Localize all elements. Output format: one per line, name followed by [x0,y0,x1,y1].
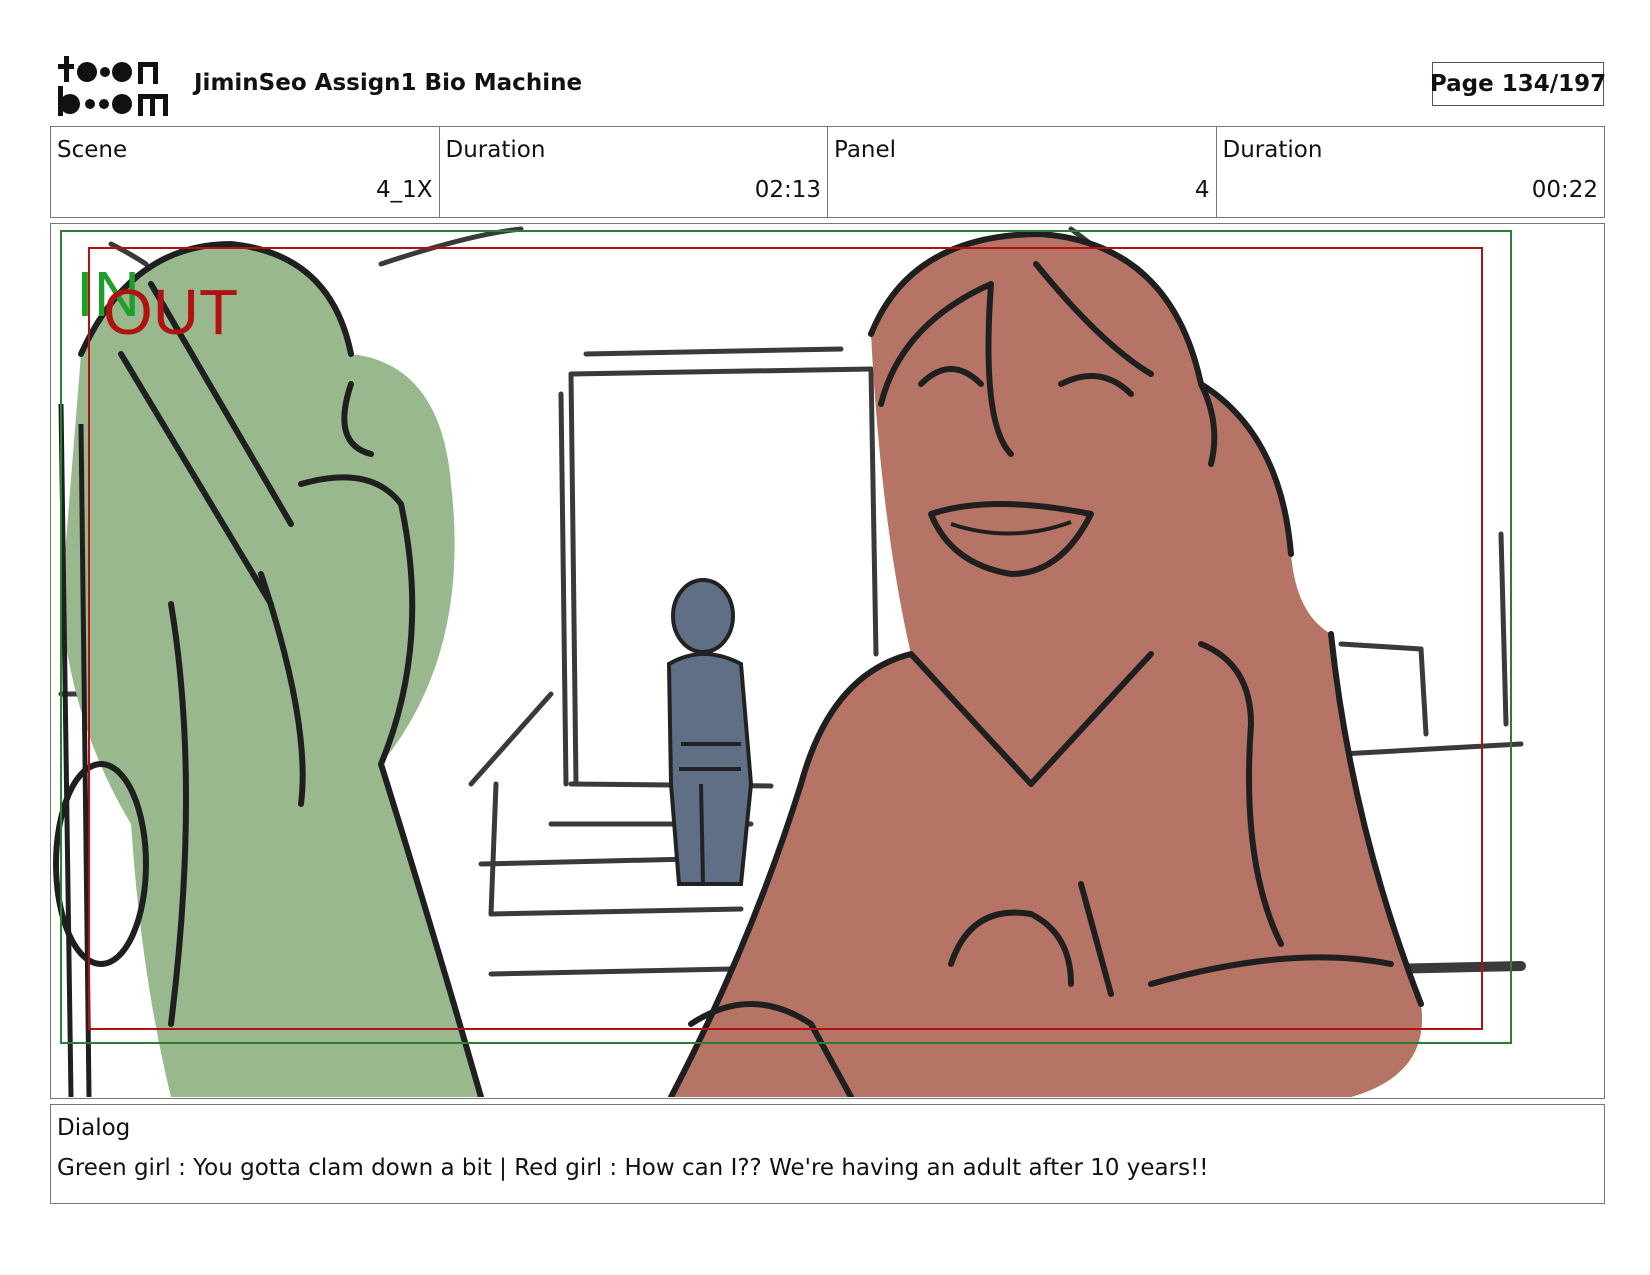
scene-duration-cell: Duration 02:13 [440,127,828,217]
scene-label: Scene [57,137,128,163]
dialog-label: Dialog [57,1115,131,1141]
panel-cell: Panel 4 [828,127,1217,217]
toon-boom-logo: toon [54,54,168,116]
storyboard-panel: IN OUT [50,223,1605,1099]
scene-cell: Scene 4_1X [51,127,440,217]
logo-text: toon [54,54,57,55]
panel-drawing: IN OUT [51,224,1603,1097]
scene-value: 4_1X [375,177,433,203]
scene-duration-label: Duration [445,137,546,163]
dialog-text: Green girl : You gotta clam down a bit |… [57,1155,1209,1181]
panel-duration-label: Duration [1222,137,1323,163]
scene-info-table: Scene 4_1X Duration 02:13 Panel 4 Durati… [50,126,1605,218]
scene-duration-value: 02:13 [754,177,821,203]
panel-duration-cell: Duration 00:22 [1217,127,1605,217]
out-label: OUT [103,276,238,348]
dialog-box: Dialog Green girl : You gotta clam down … [50,1104,1605,1204]
panel-value: 4 [1194,177,1210,203]
document-title: JiminSeo Assign1 Bio Machine [194,70,583,96]
page-indicator: Page 134/197 [1430,62,1606,106]
panel-duration-value: 00:22 [1531,177,1598,203]
panel-label: Panel [834,137,897,163]
